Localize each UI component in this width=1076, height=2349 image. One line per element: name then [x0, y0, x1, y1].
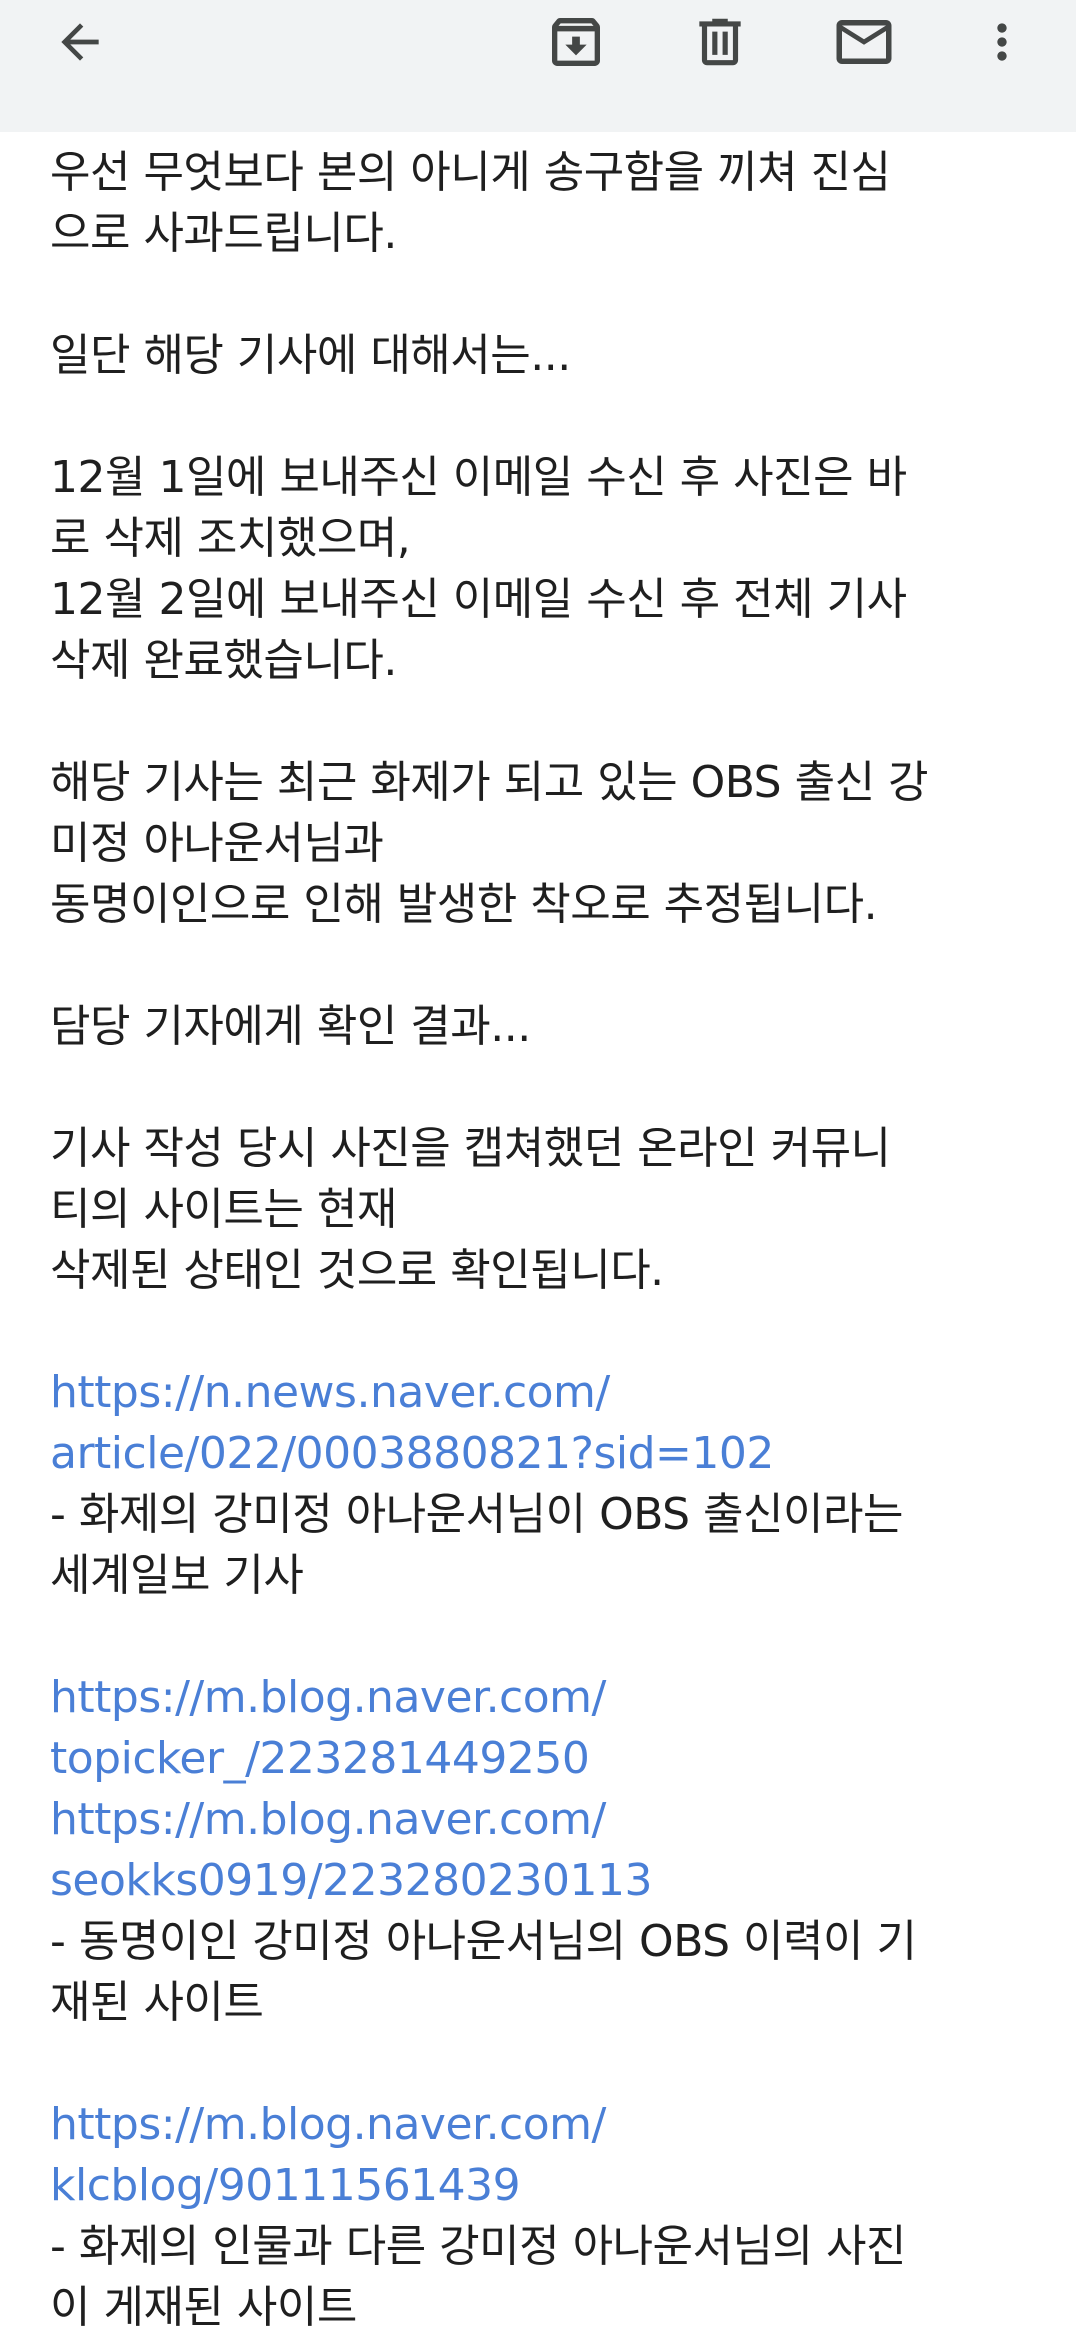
archive-icon [552, 18, 600, 66]
more-vertical-icon [997, 23, 1007, 61]
link-blog-seokks-cont[interactable]: seokks0919/223280230113 [50, 1850, 1050, 1911]
archive-button[interactable] [540, 6, 612, 78]
body-text-line: 세계일보 기사 [50, 1550, 304, 1601]
body-text-line: 일단 해당 기사에 대해서는... [50, 330, 571, 381]
body-text-line: 12월 1일에 보내주신 이메일 수신 후 사진은 바 [50, 452, 907, 503]
link-blog-klcblog[interactable]: https://m.blog.naver.com/ [50, 2094, 1050, 2155]
body-text-line: 담당 기자에게 확인 결과... [50, 1001, 531, 1052]
link-blog-topicker[interactable]: https://m.blog.naver.com/ [50, 1667, 1050, 1728]
body-text-line: 재된 사이트 [50, 1977, 264, 2028]
body-text-line: 동명이인으로 인해 발생한 착오로 추정됩니다. [50, 879, 878, 930]
body-text-line: 해당 기사는 최근 화제가 되고 있는 OBS 출신 강 [50, 757, 929, 808]
more-options-button[interactable] [966, 6, 1038, 78]
body-text-line: - 동명이인 강미정 아나운서님의 OBS 이력이 기 [50, 1916, 917, 1967]
link-blog-klcblog-cont[interactable]: klcblog/90111561439 [50, 2155, 1050, 2216]
link-news-article-cont[interactable]: article/022/0003880821?sid=102 [50, 1423, 1050, 1484]
mail-icon [836, 20, 892, 64]
body-text-line: 우선 무엇보다 본의 아니게 송구함을 끼쳐 진심 [50, 147, 891, 198]
body-text-line: 기사 작성 당시 사진을 캡쳐했던 온라인 커뮤니 [50, 1123, 891, 1174]
body-text-line: - 화제의 강미정 아나운서님이 OBS 출신이라는 [50, 1489, 903, 1540]
body-text-line: 이 게재된 사이트 [50, 2282, 357, 2333]
mark-unread-button[interactable] [828, 6, 900, 78]
back-button[interactable] [44, 6, 116, 78]
delete-button[interactable] [684, 6, 756, 78]
body-text-line: 12월 2일에 보내주신 이메일 수신 후 전체 기사 [50, 574, 907, 625]
body-text-line: 삭제 완료했습니다. [50, 635, 397, 686]
body-text-line: 로 삭제 조치했으며, [50, 513, 411, 564]
body-text-line: - 화제의 인물과 다른 강미정 아나운서님의 사진 [50, 2221, 906, 2272]
arrow-left-icon [61, 23, 99, 61]
body-text-line: 삭제된 상태인 것으로 확인됩니다. [50, 1245, 664, 1296]
link-blog-seokks[interactable]: https://m.blog.naver.com/ [50, 1789, 1050, 1850]
body-text-line: 미정 아나운서님과 [50, 818, 384, 869]
link-news-article[interactable]: https://n.news.naver.com/ [50, 1362, 1050, 1423]
email-body: 우선 무엇보다 본의 아니게 송구함을 끼쳐 진심 으로 사과드립니다. 일단 … [50, 142, 1050, 2338]
body-text-line: 티의 사이트는 현재 [50, 1184, 397, 1235]
trash-icon [699, 18, 741, 66]
top-app-bar [0, 0, 1076, 132]
link-blog-topicker-cont[interactable]: topicker_/223281449250 [50, 1728, 1050, 1789]
body-text-line: 으로 사과드립니다. [50, 208, 397, 259]
